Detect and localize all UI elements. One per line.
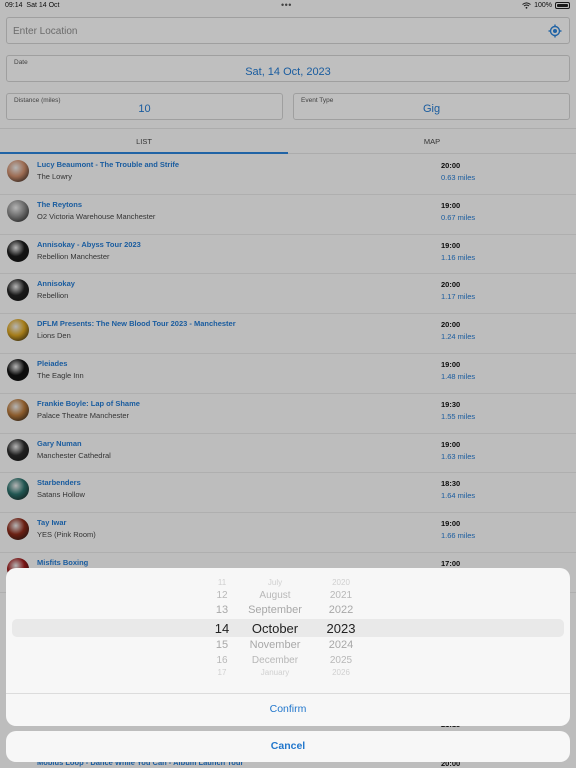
picker-month-option[interactable]: July: [228, 578, 322, 587]
picker-year-option[interactable]: 2026: [312, 668, 370, 677]
picker-year-option[interactable]: 2023: [312, 621, 370, 636]
date-picker[interactable]: 11 12 13 14 15 16 17 July August September Octobe…: [6, 568, 570, 693]
picker-year-option[interactable]: 2022: [312, 604, 370, 616]
picker-year-option[interactable]: 2021: [312, 590, 370, 601]
confirm-button[interactable]: Confirm: [6, 693, 570, 726]
picker-year-option[interactable]: 2025: [312, 655, 370, 666]
picker-month-option[interactable]: December: [228, 655, 322, 666]
picker-month-option[interactable]: August: [228, 590, 322, 601]
picker-month-option[interactable]: October: [228, 621, 322, 636]
cancel-button[interactable]: Cancel: [6, 731, 570, 762]
date-picker-sheet: 11 12 13 14 15 16 17 July August September Octobe…: [6, 568, 570, 726]
picker-year-option[interactable]: 2020: [312, 578, 370, 587]
picker-month-option[interactable]: January: [228, 668, 322, 677]
picker-month-option[interactable]: November: [228, 639, 322, 651]
picker-month-option[interactable]: September: [228, 604, 322, 616]
picker-year-option[interactable]: 2024: [312, 639, 370, 651]
